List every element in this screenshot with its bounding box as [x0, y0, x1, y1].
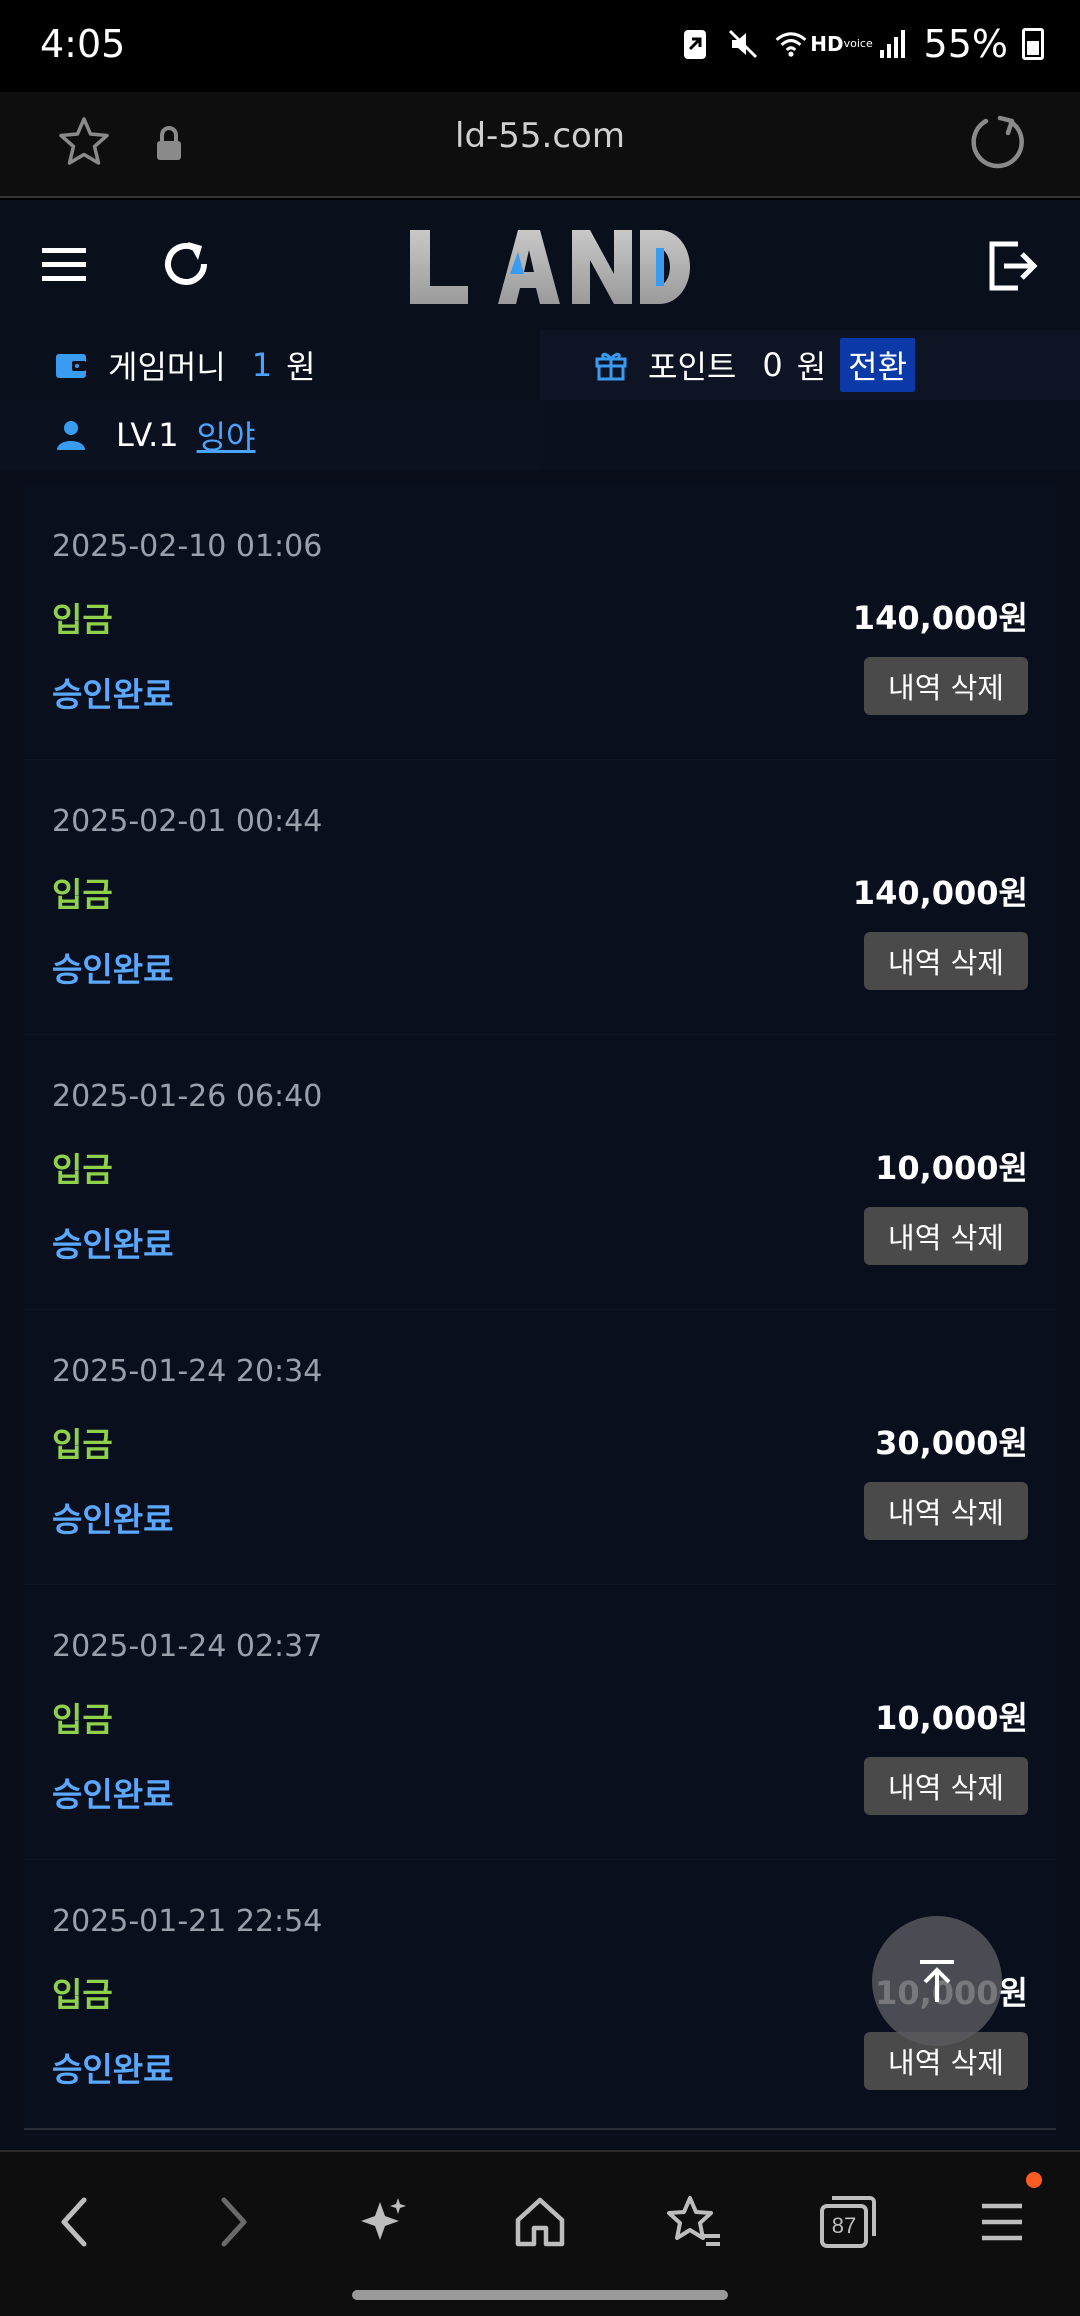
- transaction-date: 2025-01-26 06:40: [52, 1079, 323, 1114]
- point-value: 0: [762, 346, 783, 384]
- status-bar: 4:05 HD voice 55%: [0, 0, 1080, 92]
- wifi-icon: [774, 25, 808, 63]
- battery-saver-icon: [678, 25, 712, 63]
- transaction-date: 2025-01-24 20:34: [52, 1354, 323, 1389]
- ai-sparkle-icon[interactable]: [352, 2190, 416, 2254]
- home-icon[interactable]: [508, 2190, 572, 2254]
- land-logo[interactable]: [400, 222, 690, 312]
- transaction-date: 2025-02-10 01:06: [52, 529, 323, 564]
- back-icon[interactable]: [44, 2190, 108, 2254]
- game-money: 게임머니 1 원: [0, 330, 540, 400]
- reload-icon[interactable]: [966, 112, 1028, 174]
- battery-percent: 55%: [923, 22, 1008, 66]
- transaction-item: 2025-01-26 06:40 입금 10,000원 승인완료 내역 삭제: [24, 1035, 1056, 1310]
- game-money-value: 1: [251, 346, 273, 384]
- nickname-link[interactable]: 잉야: [197, 412, 256, 458]
- bookmarks-icon[interactable]: [662, 2190, 726, 2254]
- forward-icon[interactable]: [200, 2190, 264, 2254]
- signal-icon: [876, 25, 910, 63]
- transaction-item: 2025-02-10 01:06 입금 140,000원 승인완료 내역 삭제: [24, 485, 1056, 760]
- transaction-date: 2025-01-21 22:54: [52, 1904, 323, 1939]
- transaction-status: 승인완료: [52, 1775, 174, 1814]
- notification-dot: [1026, 2172, 1042, 2188]
- url-text[interactable]: ld-55.com: [0, 116, 1080, 156]
- point-label: 포인트: [648, 348, 737, 386]
- level-text: LV.1: [116, 416, 179, 454]
- transaction-type: 입금: [52, 1975, 113, 2014]
- transaction-list: 2025-02-10 01:06 입금 140,000원 승인완료 내역 삭제 …: [24, 485, 1056, 2135]
- delete-history-button[interactable]: 내역 삭제: [864, 1207, 1028, 1265]
- transaction-date: 2025-01-24 02:37: [52, 1629, 323, 1664]
- transaction-status: 승인완료: [52, 950, 174, 989]
- transaction-amount: 140,000원: [852, 874, 1028, 912]
- delete-history-button[interactable]: 내역 삭제: [864, 932, 1028, 990]
- status-icons: HD voice 55%: [678, 22, 1044, 66]
- tabs-button[interactable]: 87: [816, 2190, 880, 2254]
- points: 포인트 0 원 전환: [540, 330, 1080, 400]
- home-indicator[interactable]: [352, 2290, 728, 2300]
- transaction-type: 입금: [52, 1150, 113, 1189]
- user-row-spacer: [540, 400, 1080, 470]
- logout-icon[interactable]: [984, 238, 1040, 294]
- transaction-type: 입금: [52, 1700, 113, 1739]
- menu-icon[interactable]: [970, 2190, 1034, 2254]
- transaction-status: 승인완료: [52, 1500, 174, 1539]
- browser-url-bar: ld-55.com: [0, 92, 1080, 198]
- transaction-status: 승인완료: [52, 675, 174, 714]
- user-icon: [57, 421, 85, 450]
- transaction-amount: 30,000원: [875, 1424, 1028, 1462]
- clock: 4:05: [40, 22, 126, 66]
- point-unit: 원: [796, 348, 827, 386]
- transaction-type: 입금: [52, 875, 113, 914]
- transaction-status: 승인완료: [52, 1225, 174, 1264]
- transaction-item: 2025-02-01 00:44 입금 140,000원 승인완료 내역 삭제: [24, 760, 1056, 1035]
- user-level: LV.1 잉야: [0, 400, 540, 470]
- transaction-item: 2025-01-24 20:34 입금 30,000원 승인완료 내역 삭제: [24, 1310, 1056, 1585]
- transaction-amount: 10,000원: [875, 1149, 1028, 1187]
- site-content: 게임머니 1 원 포인트 0 원 전환 LV.1 잉야 2025-02-10 0…: [0, 200, 1080, 2150]
- hamburger-menu-icon[interactable]: [40, 240, 90, 290]
- delete-history-button[interactable]: 내역 삭제: [864, 657, 1028, 715]
- mute-icon: [726, 25, 760, 63]
- hd-voice-icon: HD voice: [810, 32, 873, 56]
- transaction-date: 2025-02-01 00:44: [52, 804, 323, 839]
- browser-bottom-nav: 87: [0, 2150, 1080, 2316]
- refresh-icon[interactable]: [158, 236, 214, 292]
- arrow-up-icon: [920, 1960, 954, 2002]
- game-money-unit: 원: [286, 348, 316, 386]
- delete-history-button[interactable]: 내역 삭제: [864, 1757, 1028, 1815]
- transaction-amount: 10,000원: [875, 1699, 1028, 1737]
- transaction-status: 승인완료: [52, 2050, 174, 2089]
- game-money-label: 게임머니: [108, 348, 226, 386]
- wallet-icon: [56, 354, 86, 378]
- tab-count: 87: [831, 2213, 857, 2238]
- transaction-type: 입금: [52, 1425, 113, 1464]
- delete-history-button[interactable]: 내역 삭제: [864, 1482, 1028, 1540]
- user-info-row: LV.1 잉야: [0, 400, 1080, 470]
- transaction-amount: 140,000원: [852, 599, 1028, 637]
- battery-icon: [1022, 28, 1044, 60]
- account-balance-row: 게임머니 1 원 포인트 0 원 전환: [0, 330, 1080, 400]
- transaction-item: 2025-01-24 02:37 입금 10,000원 승인완료 내역 삭제: [24, 1585, 1056, 1860]
- convert-button[interactable]: 전환: [840, 338, 916, 392]
- site-header: [0, 200, 1080, 330]
- transaction-type: 입금: [52, 600, 113, 639]
- gift-icon: [595, 352, 627, 381]
- scroll-to-top-button[interactable]: [872, 1916, 1002, 2046]
